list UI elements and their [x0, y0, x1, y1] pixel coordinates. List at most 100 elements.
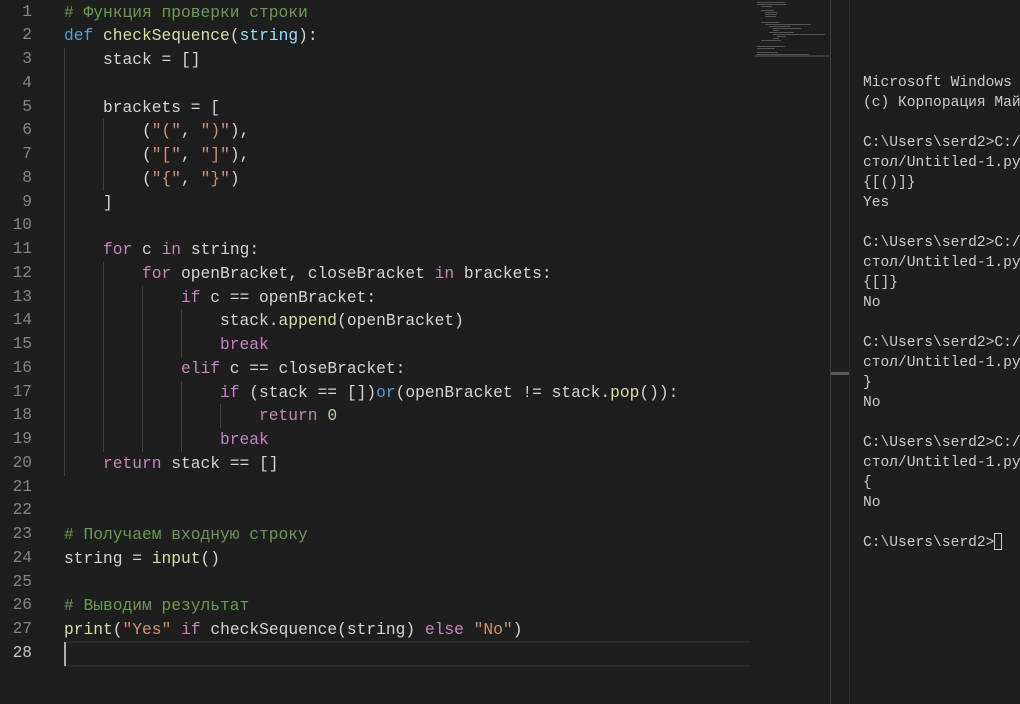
terminal-line: C:\Users\serd2>C:/	[863, 135, 1020, 151]
line-number: 27	[12, 620, 32, 638]
token-str: "]"	[200, 145, 230, 164]
code-line[interactable]: 12 for openBracket, closeBracket in brac…	[0, 261, 750, 286]
token-plain: string:	[181, 240, 260, 259]
token-plain: string =	[64, 548, 152, 568]
line-number: 1	[22, 2, 32, 21]
code-line[interactable]: 15 break	[0, 333, 750, 357]
code-line[interactable]: 22	[0, 499, 750, 523]
code-line[interactable]: 2 def checkSequence(string):	[0, 24, 750, 48]
token-plain: (openBracket != stack.	[395, 382, 611, 402]
token-plain: ,	[181, 168, 201, 188]
terminal-line: }	[863, 375, 872, 391]
token-fn: checkSequence	[103, 26, 230, 46]
code-line[interactable]: 24 string = input()	[0, 547, 750, 571]
minimap-line	[761, 22, 779, 23]
code-text: # Выводим результат	[64, 594, 249, 618]
code-editor[interactable]: 1 # Функция проверки строки 2 def checkSequ…	[0, 0, 830, 704]
token-ctrl: break	[220, 430, 269, 449]
minimap[interactable]	[755, 0, 830, 60]
code-line[interactable]: 13 if c == openBracket:	[0, 285, 750, 310]
code-line[interactable]: 18 return 0	[0, 404, 750, 428]
line-number: 2	[22, 26, 32, 45]
token-plain: (openBracket)	[337, 311, 464, 331]
minimap-line	[757, 2, 785, 3]
token-plain: stack == []	[161, 453, 279, 473]
line-number: 19	[12, 430, 32, 448]
code-line[interactable]: 16 elif c == closeBracket:	[0, 356, 750, 381]
token-ctrl: return	[103, 453, 162, 473]
text-cursor	[64, 641, 66, 666]
minimap-line	[773, 38, 779, 39]
line-number: 3	[22, 50, 32, 68]
minimap-line	[761, 10, 775, 11]
token-plain: ()	[200, 548, 221, 568]
code-line[interactable]: 21	[0, 476, 750, 500]
line-number: 14	[12, 311, 32, 330]
token-plain: )	[512, 620, 523, 639]
code-line[interactable]: 19 break	[0, 428, 750, 452]
token-plain: c == closeBracket:	[220, 358, 406, 378]
token-plain: ,	[181, 121, 201, 141]
minimap-line	[757, 46, 785, 47]
code-line[interactable]: 26 # Выводим результат	[0, 594, 750, 618]
minimap-line	[773, 30, 779, 31]
token-ctrl: elif	[181, 358, 221, 378]
minimap-line	[761, 18, 763, 19]
code-line[interactable]: 28	[0, 642, 750, 666]
token-str: "No"	[473, 620, 513, 639]
terminal-prompt[interactable]: C:\Users\serd2>	[863, 533, 1020, 553]
minimap-line	[757, 4, 786, 5]
minimap-line	[773, 28, 801, 29]
terminal-output: Microsoft Windows (c) Корпорация Май C:\Us…	[863, 73, 1020, 553]
token-plain: (	[142, 145, 152, 164]
token-kw: or	[376, 382, 396, 402]
minimap-line	[765, 16, 776, 17]
line-number: 23	[12, 525, 32, 543]
terminal-panel[interactable]: Microsoft Windows (c) Корпорация Май C:\Us…	[849, 0, 1020, 704]
token-plain: (	[142, 168, 152, 188]
code-line[interactable]: 9 ]	[0, 190, 750, 215]
token-plain: openBracket, closeBracket	[171, 263, 435, 283]
code-line[interactable]: 7 ("[", "]"),	[0, 143, 750, 167]
code-line[interactable]: 27 print("Yes" if checkSequence(string) e…	[0, 618, 750, 642]
minimap-line	[757, 52, 778, 53]
code-line[interactable]: 3 stack = []	[0, 48, 750, 72]
code-line[interactable]: 10	[0, 214, 750, 238]
line-number: 25	[12, 572, 32, 591]
code-line[interactable]: 8 ("{", "}")	[0, 166, 750, 191]
editor-scrollbar[interactable]	[830, 0, 849, 704]
minimap-line	[765, 24, 812, 25]
code-line[interactable]: 5 brackets = [	[0, 95, 750, 120]
code-line[interactable]: 23 # Получаем входную строку	[0, 523, 750, 547]
code-line[interactable]: 14 stack.append(openBracket)	[0, 309, 750, 333]
code-line[interactable]: 1 # Функция проверки строки	[0, 1, 750, 25]
token-plain: ,	[181, 145, 201, 164]
code-line[interactable]: 20 return stack == []	[0, 451, 750, 476]
code-line[interactable]: 6 ("(", ")"),	[0, 119, 750, 143]
scrollbar-thumb[interactable]	[831, 372, 849, 375]
token-plain: brackets:	[454, 263, 552, 283]
line-number: 17	[12, 382, 32, 401]
code-line[interactable]: 4	[0, 71, 750, 96]
token-plain: stack.	[220, 311, 279, 331]
code-line[interactable]: 25	[0, 571, 750, 595]
code-line[interactable]: 11 for c in string:	[0, 238, 750, 262]
line-number: 26	[12, 596, 32, 615]
minimap-slider[interactable]	[755, 55, 830, 57]
code-text: # Функция проверки строки	[64, 1, 308, 25]
line-number: 15	[12, 335, 32, 353]
token-plain: (stack == [])	[239, 382, 377, 402]
token-fn: input	[151, 548, 201, 568]
code-line[interactable]: 17 if (stack == [])or(openBracket != sta…	[0, 380, 750, 405]
token-plain: brackets = [	[103, 97, 221, 117]
line-number: 6	[22, 121, 32, 140]
token-param: string	[239, 26, 299, 46]
minimap-line	[765, 12, 778, 13]
token-str: "["	[151, 145, 182, 164]
token-ctrl: for	[142, 263, 172, 283]
